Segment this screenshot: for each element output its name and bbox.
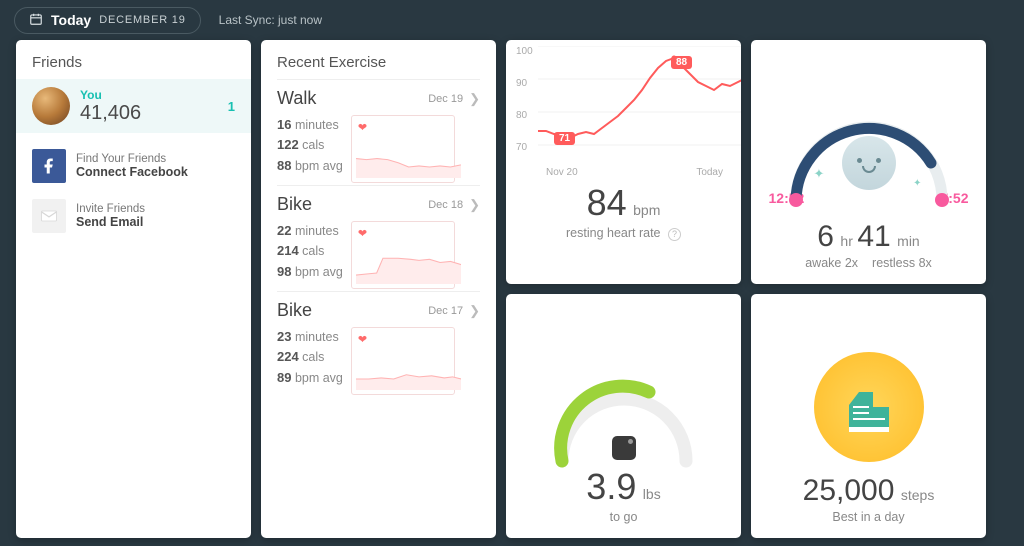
exercise-stats: 22 minutes214 cals98 bpm avg xyxy=(277,221,343,289)
badge-unit: steps xyxy=(901,487,934,503)
sync-status: Last Sync: just now xyxy=(219,13,322,27)
sleep-mins: 41 xyxy=(857,220,890,253)
exercise-date: Dec 18 xyxy=(428,199,463,211)
hr-x-axis: Nov 20Today xyxy=(522,166,725,178)
exercise-row[interactable]: Walk Dec 19 ❯ 16 minutes122 cals88 bpm avg ❤ xyxy=(277,79,480,185)
exercise-name: Bike xyxy=(277,300,312,321)
chevron-right-icon: ❯ xyxy=(469,91,480,107)
fb-line1: Find Your Friends xyxy=(76,153,188,165)
me-steps: 41,406 xyxy=(80,102,141,125)
date-label: DECEMBER 19 xyxy=(99,14,185,26)
hr-label: resting heart rate xyxy=(566,226,661,240)
me-label: You xyxy=(80,88,141,102)
exercise-row[interactable]: Bike Dec 17 ❯ 23 minutes224 cals89 bpm avg ❤ xyxy=(277,291,480,397)
badge-value: 25,000 xyxy=(803,474,895,507)
friends-title: Friends xyxy=(32,54,235,71)
date-picker[interactable]: Today DECEMBER 19 xyxy=(14,7,201,34)
weight-gauge xyxy=(544,366,704,466)
steps-badge-icon xyxy=(814,352,924,462)
badge-label: Best in a day xyxy=(832,510,904,524)
scale-icon xyxy=(612,436,636,460)
heart-icon: ❤ xyxy=(358,227,367,240)
hr-max-badge: 88 xyxy=(671,56,692,69)
weight-unit: lbs xyxy=(643,486,661,502)
mail-line1: Invite Friends xyxy=(76,203,145,215)
hr-min-badge: 71 xyxy=(554,132,575,145)
heart-rate-chart: 100 90 80 70 71 88 xyxy=(516,46,735,164)
connect-facebook-row[interactable]: Find Your Friends Connect Facebook xyxy=(32,141,235,191)
me-rank: 1 xyxy=(228,99,235,114)
sparkle-icon: ✦ xyxy=(913,178,921,189)
sleep-gauge: ✦ ✦ xyxy=(784,108,954,208)
sleep-awake: awake 2x xyxy=(805,256,858,270)
invite-email-row[interactable]: Invite Friends Send Email xyxy=(32,191,235,241)
hr-value: 84 xyxy=(587,182,627,223)
exercise-row[interactable]: Bike Dec 18 ❯ 22 minutes214 cals98 bpm avg ❤ xyxy=(277,185,480,291)
exercise-date: Dec 17 xyxy=(428,305,463,317)
badge-card[interactable]: 25,000 steps Best in a day xyxy=(751,294,986,538)
heart-rate-card[interactable]: 100 90 80 70 71 88 Nov 20Tod xyxy=(506,40,741,284)
mail-line2: Send Email xyxy=(76,215,145,229)
facebook-icon xyxy=(32,149,66,183)
exercise-sparkline: ❤ xyxy=(351,327,455,395)
chevron-right-icon: ❯ xyxy=(469,197,480,213)
heart-icon: ❤ xyxy=(358,333,367,346)
sleep-restless: restless 8x xyxy=(872,256,932,270)
exercise-card: Recent Exercise Walk Dec 19 ❯ 16 minutes122… xyxy=(261,40,496,538)
exercise-date: Dec 19 xyxy=(428,93,463,105)
sparkle-icon: ✦ xyxy=(814,166,825,182)
mail-icon xyxy=(32,199,66,233)
today-label: Today xyxy=(51,12,91,28)
friends-card: Friends You 41,406 1 Find Your Friends C… xyxy=(16,40,251,538)
heart-icon: ❤ xyxy=(358,121,367,134)
moon-icon xyxy=(842,136,896,190)
weight-label: to go xyxy=(610,510,638,524)
exercise-name: Bike xyxy=(277,194,312,215)
exercise-name: Walk xyxy=(277,88,316,109)
calendar-icon xyxy=(29,12,43,29)
hr-y-axis: 100 90 80 70 xyxy=(516,46,540,146)
dashboard-grid: Friends You 41,406 1 Find Your Friends C… xyxy=(0,40,1024,546)
sleep-hours: 6 xyxy=(817,220,834,253)
friends-me-row[interactable]: You 41,406 1 xyxy=(16,79,251,133)
sleep-card[interactable]: ✦ ✦ 12:52 7:52 6 hr 41 min awake 2x rest… xyxy=(751,40,986,284)
exercise-stats: 16 minutes122 cals88 bpm avg xyxy=(277,115,343,183)
fb-line2: Connect Facebook xyxy=(76,165,188,179)
exercise-stats: 23 minutes224 cals89 bpm avg xyxy=(277,327,343,395)
exercise-sparkline: ❤ xyxy=(351,115,455,183)
hr-unit: bpm xyxy=(633,202,660,218)
top-bar: Today DECEMBER 19 Last Sync: just now xyxy=(0,0,1024,40)
chevron-right-icon: ❯ xyxy=(469,303,480,319)
help-icon[interactable]: ? xyxy=(668,228,681,241)
weight-card[interactable]: 3.9 lbs to go xyxy=(506,294,741,538)
exercise-title: Recent Exercise xyxy=(277,54,480,71)
exercise-sparkline: ❤ xyxy=(351,221,455,289)
avatar xyxy=(32,87,70,125)
